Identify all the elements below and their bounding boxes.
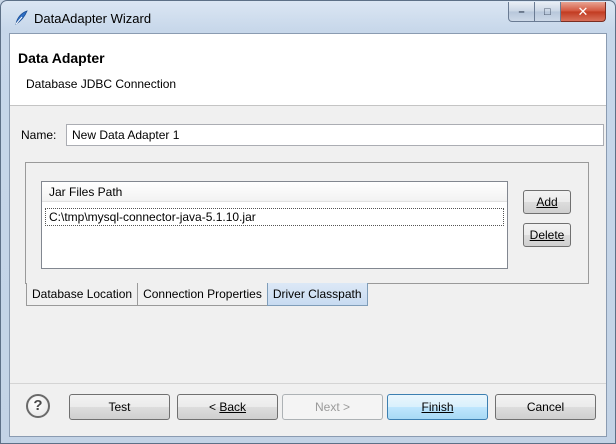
add-button[interactable]: Add xyxy=(523,190,571,214)
window-title: DataAdapter Wizard xyxy=(34,11,152,26)
finish-button[interactable]: Finish xyxy=(387,394,488,420)
tab-connection-properties[interactable]: Connection Properties xyxy=(137,283,268,306)
back-label: Back xyxy=(219,400,247,414)
close-button[interactable]: ✕ xyxy=(561,2,606,22)
minimize-button[interactable]: – xyxy=(508,2,535,22)
page-subtitle: Database JDBC Connection xyxy=(26,77,177,91)
tab-strip: Database Location Connection Properties … xyxy=(26,283,368,307)
name-input[interactable] xyxy=(66,124,604,146)
delete-button[interactable]: Delete xyxy=(523,223,571,247)
tab-driver-classpath[interactable]: Driver Classpath xyxy=(266,283,368,306)
dialog-client-area: Data Adapter Database JDBC Connection Na… xyxy=(9,33,607,437)
maximize-button[interactable]: □ xyxy=(535,2,561,22)
jar-files-column-header[interactable]: Jar Files Path xyxy=(42,182,507,202)
back-arrow-text: < xyxy=(208,400,220,414)
close-icon: ✕ xyxy=(577,3,589,19)
page-title: Data Adapter xyxy=(18,50,105,66)
next-button[interactable]: Next > xyxy=(282,394,383,420)
minimize-icon: – xyxy=(518,5,525,18)
maximize-icon: □ xyxy=(544,5,551,18)
back-button[interactable]: < Back xyxy=(177,394,278,420)
name-label: Name: xyxy=(21,128,57,142)
cancel-button[interactable]: Cancel xyxy=(495,394,596,420)
wizard-window: DataAdapter Wizard – □ ✕ Data Adapter Da… xyxy=(0,0,616,444)
footer-divider xyxy=(10,383,606,384)
caption-buttons: – □ ✕ xyxy=(508,2,606,22)
test-button[interactable]: Test xyxy=(69,394,170,420)
title-bar[interactable]: DataAdapter Wizard – □ ✕ xyxy=(1,1,615,35)
help-icon[interactable]: ? xyxy=(26,394,50,418)
tab-database-location[interactable]: Database Location xyxy=(26,283,139,306)
jar-files-list[interactable]: Jar Files Path C:\tmp\mysql-connector-ja… xyxy=(41,181,508,269)
wizard-header: Data Adapter Database JDBC Connection xyxy=(10,34,606,106)
app-feather-icon xyxy=(15,10,28,25)
driver-classpath-panel: Jar Files Path C:\tmp\mysql-connector-ja… xyxy=(25,162,589,284)
name-row: Name: xyxy=(10,122,606,148)
list-item[interactable]: C:\tmp\mysql-connector-java-5.1.10.jar xyxy=(45,208,504,226)
